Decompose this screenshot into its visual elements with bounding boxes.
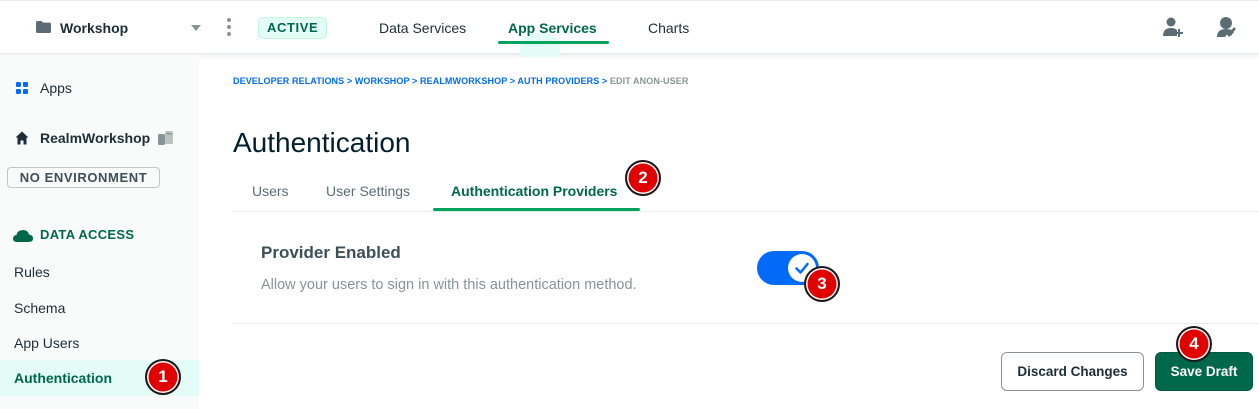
sidebar-item-authentication[interactable]: Authentication <box>14 370 112 386</box>
sidebar-item-app-users[interactable]: App Users <box>14 335 79 351</box>
breadcrumb-item[interactable]: REALMWORKSHOP <box>420 76 507 86</box>
home-icon <box>15 131 29 145</box>
breadcrumb-item[interactable]: DEVELOPER RELATIONS <box>233 76 344 86</box>
tab-authentication-providers[interactable]: Authentication Providers <box>451 183 617 199</box>
cloud-icon <box>13 230 33 242</box>
sidebar-item-schema[interactable]: Schema <box>14 300 65 316</box>
provider-enabled-title: Provider Enabled <box>261 243 401 262</box>
sidebar-item-apps[interactable]: Apps <box>40 80 72 96</box>
tab-user-settings[interactable]: User Settings <box>326 183 410 199</box>
breadcrumb-item[interactable]: WORKSHOP <box>355 76 410 86</box>
step-marker-4: 4 <box>1176 326 1212 362</box>
tab-charts[interactable]: Charts <box>648 20 689 36</box>
breadcrumb: DEVELOPER RELATIONS > WORKSHOP > REALMWO… <box>233 76 688 86</box>
status-badge: ACTIVE <box>258 17 328 39</box>
activity-feed-icon[interactable] <box>1214 15 1238 39</box>
folder-icon <box>36 21 51 33</box>
project-name[interactable]: Workshop <box>60 20 128 36</box>
grid-icon <box>16 82 28 94</box>
active-tab-underline <box>498 41 609 44</box>
active-tab-underline <box>433 208 640 211</box>
page-title: Authentication <box>233 127 411 158</box>
add-user-icon[interactable] <box>1161 15 1185 39</box>
breadcrumb-separator: > <box>507 76 518 86</box>
chevron-down-icon[interactable] <box>191 25 201 31</box>
sidebar-item-rules[interactable]: Rules <box>14 264 50 280</box>
realm-app-icon <box>158 131 173 145</box>
breadcrumb-separator: > <box>599 76 610 86</box>
tab-app-services[interactable]: App Services <box>508 20 597 36</box>
step-marker-1: 1 <box>145 359 181 395</box>
tab-data-services[interactable]: Data Services <box>379 20 466 36</box>
breadcrumb-separator: > <box>409 76 421 86</box>
breadcrumb-current: EDIT ANON-USER <box>609 76 689 86</box>
environment-badge: NO ENVIRONMENT <box>7 167 160 188</box>
tab-users[interactable]: Users <box>252 183 289 199</box>
kebab-menu-icon[interactable] <box>226 18 232 38</box>
active-tab-highlight <box>520 33 560 57</box>
section-divider <box>233 323 1259 324</box>
provider-enabled-description: Allow your users to sign in with this au… <box>261 277 637 293</box>
section-title-data-access: DATA ACCESS <box>40 227 135 242</box>
top-navigation-bar: Workshop ACTIVE Data Services App Servic… <box>0 0 1259 57</box>
app-name[interactable]: RealmWorkshop <box>40 130 150 146</box>
step-marker-2: 2 <box>625 160 661 196</box>
discard-changes-button[interactable]: Discard Changes <box>1001 352 1144 391</box>
breadcrumb-item[interactable]: AUTH PROVIDERS <box>517 76 599 86</box>
tabs-divider <box>233 211 1259 212</box>
step-marker-3: 3 <box>804 266 840 302</box>
breadcrumb-separator: > <box>344 76 355 86</box>
